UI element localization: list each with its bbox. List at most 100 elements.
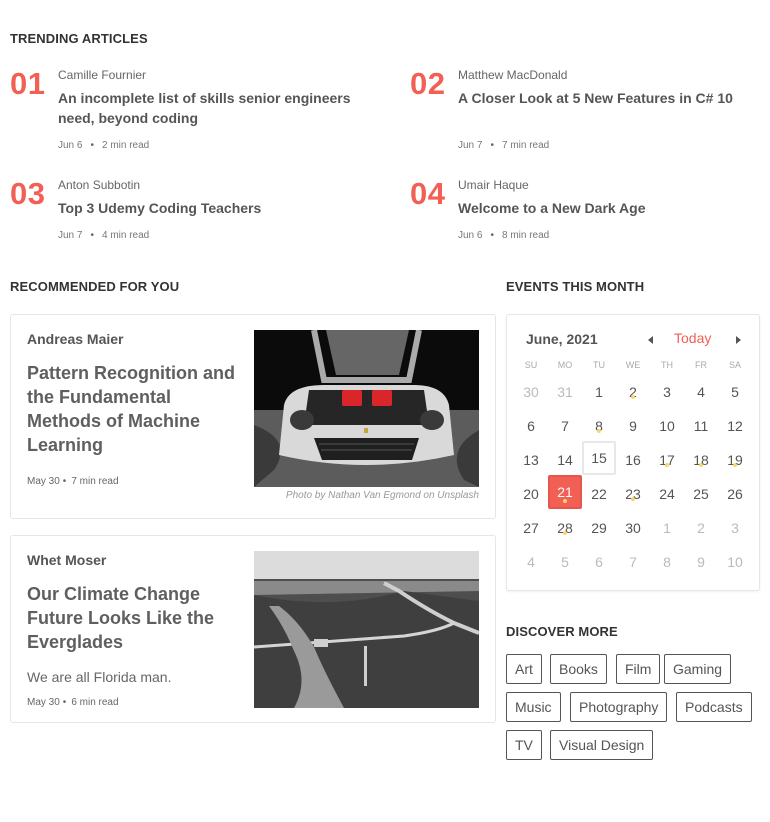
calendar-day[interactable]: 9 <box>684 543 718 577</box>
calendar-day-today[interactable]: 15 <box>582 441 616 475</box>
day-number: 31 <box>557 384 573 400</box>
article-meta: Jun 7 • 7 min read <box>458 140 549 151</box>
calendar-day[interactable]: 30 <box>616 509 650 543</box>
article-read-time: 4 min read <box>101 230 150 241</box>
tag-film[interactable]: Film <box>616 654 661 684</box>
day-number: 10 <box>659 418 675 434</box>
calendar-day[interactable]: 24 <box>650 475 684 509</box>
calendar-grid: SU MO TU WE TH FR SA 30 31 1 2 3 4 5 6 7 8 9 10 11 12 13 14 15… <box>514 357 754 577</box>
calendar-week: 20 21 22 23 24 25 26 <box>514 475 754 509</box>
calendar-day[interactable]: 1 <box>582 373 616 407</box>
calendar-day[interactable]: 5 <box>548 543 582 577</box>
tag-tv[interactable]: TV <box>506 730 542 760</box>
calendar-day[interactable]: 17 <box>650 441 684 475</box>
article-title[interactable]: A Closer Look at 5 New Features in C# 10 <box>458 88 758 108</box>
calendar-day[interactable]: 5 <box>718 373 752 407</box>
article-title[interactable]: An incomplete list of skills senior engi… <box>58 88 358 128</box>
calendar-day[interactable]: 11 <box>684 407 718 441</box>
calendar-day[interactable]: 1 <box>650 509 684 543</box>
tag-art[interactable]: Art <box>506 654 542 684</box>
card-author[interactable]: Andreas Maier <box>27 331 123 347</box>
today-button[interactable]: Today <box>674 330 711 346</box>
tag-visual-design[interactable]: Visual Design <box>550 730 654 760</box>
article-title[interactable]: Top 3 Udemy Coding Teachers <box>58 198 358 218</box>
recommended-card-2[interactable]: Whet Moser Our Climate Change Future Loo… <box>10 535 496 723</box>
day-number: 16 <box>625 452 641 468</box>
everglades-photo[interactable] <box>254 551 479 708</box>
article-read-time: 8 min read <box>501 230 550 241</box>
calendar-day[interactable]: 6 <box>582 543 616 577</box>
calendar-day[interactable]: 16 <box>616 441 650 475</box>
calendar-day[interactable]: 13 <box>514 441 548 475</box>
card-title[interactable]: Our Climate Change Future Looks Like the… <box>27 582 247 654</box>
tag-gaming[interactable]: Gaming <box>664 654 732 684</box>
calendar-day[interactable]: 20 <box>514 475 548 509</box>
recommended-card-1[interactable]: Andreas Maier Pattern Recognition and th… <box>10 314 496 519</box>
trending-article-1[interactable]: 01 Camille Fournier An incomplete list o… <box>10 68 370 158</box>
calendar-day[interactable]: 22 <box>582 475 616 509</box>
car-engine-photo[interactable] <box>254 330 479 487</box>
calendar-day[interactable]: 31 <box>548 373 582 407</box>
tag-books[interactable]: Books <box>550 654 607 684</box>
event-dot-icon <box>631 395 635 399</box>
article-author[interactable]: Matthew MacDonald <box>458 68 567 82</box>
calendar-week: 4 5 6 7 8 9 10 <box>514 543 754 577</box>
calendar-day[interactable]: 7 <box>548 407 582 441</box>
calendar-day[interactable]: 19 <box>718 441 752 475</box>
weekday-label: TU <box>593 360 605 370</box>
calendar-day[interactable]: 14 <box>548 441 582 475</box>
article-title[interactable]: Welcome to a New Dark Age <box>458 198 758 218</box>
calendar-day[interactable]: 30 <box>514 373 548 407</box>
trending-article-3[interactable]: 03 Anton Subbotin Top 3 Udemy Coding Tea… <box>10 178 370 248</box>
day-number: 11 <box>693 418 709 434</box>
tag-music[interactable]: Music <box>506 692 561 722</box>
calendar-day[interactable]: 3 <box>718 509 752 543</box>
calendar-day[interactable]: 6 <box>514 407 548 441</box>
calendar-day[interactable]: 28 <box>548 509 582 543</box>
calendar-day[interactable]: 4 <box>684 373 718 407</box>
calendar-day[interactable]: 29 <box>582 509 616 543</box>
photo-caption[interactable]: Photo by Nathan Van Egmond on Unsplash <box>286 490 479 501</box>
article-read-time: 7 min read <box>501 140 550 151</box>
calendar-day[interactable]: 26 <box>718 475 752 509</box>
trending-article-2[interactable]: 02 Matthew MacDonald A Closer Look at 5 … <box>410 68 770 158</box>
card-subtitle: We are all Florida man. <box>27 669 172 685</box>
triangle-right-icon[interactable] <box>733 333 743 345</box>
card-author[interactable]: Whet Moser <box>27 552 106 568</box>
calendar-day[interactable]: 27 <box>514 509 548 543</box>
calendar-day[interactable]: 7 <box>616 543 650 577</box>
article-author[interactable]: Umair Haque <box>458 178 529 192</box>
events-section-title: EVENTS THIS MONTH <box>506 279 645 294</box>
calendar-day[interactable]: 18 <box>684 441 718 475</box>
calendar-day[interactable]: 9 <box>616 407 650 441</box>
card-title[interactable]: Pattern Recognition and the Fundamental … <box>27 361 247 457</box>
event-dot-icon <box>597 429 601 433</box>
calendar-day[interactable]: 10 <box>718 543 752 577</box>
card-read-time: 7 min read <box>71 476 119 487</box>
day-number: 6 <box>527 418 535 434</box>
day-number: 1 <box>595 384 603 400</box>
calendar-day[interactable]: 8 <box>582 407 616 441</box>
article-author[interactable]: Camille Fournier <box>58 68 146 82</box>
card-date: May 30 <box>27 697 60 708</box>
calendar-day[interactable]: 12 <box>718 407 752 441</box>
calendar-day[interactable]: 10 <box>650 407 684 441</box>
trending-article-4[interactable]: 04 Umair Haque Welcome to a New Dark Age… <box>410 178 770 248</box>
calendar-day-selected[interactable]: 21 <box>548 475 582 509</box>
triangle-left-icon[interactable] <box>646 333 656 345</box>
everglades-image <box>254 551 479 708</box>
day-number: 20 <box>523 486 539 502</box>
calendar-day[interactable]: 3 <box>650 373 684 407</box>
calendar-day[interactable]: 2 <box>684 509 718 543</box>
car-engine-image <box>254 330 479 487</box>
calendar-day[interactable]: 8 <box>650 543 684 577</box>
calendar-day[interactable]: 23 <box>616 475 650 509</box>
tag-podcasts[interactable]: Podcasts <box>676 692 752 722</box>
tag-photography[interactable]: Photography <box>570 692 668 722</box>
article-date: Jun 6 <box>58 140 83 151</box>
event-dot-icon <box>733 463 737 467</box>
article-author[interactable]: Anton Subbotin <box>58 178 140 192</box>
calendar-day[interactable]: 4 <box>514 543 548 577</box>
calendar-day[interactable]: 2 <box>616 373 650 407</box>
calendar-day[interactable]: 25 <box>684 475 718 509</box>
